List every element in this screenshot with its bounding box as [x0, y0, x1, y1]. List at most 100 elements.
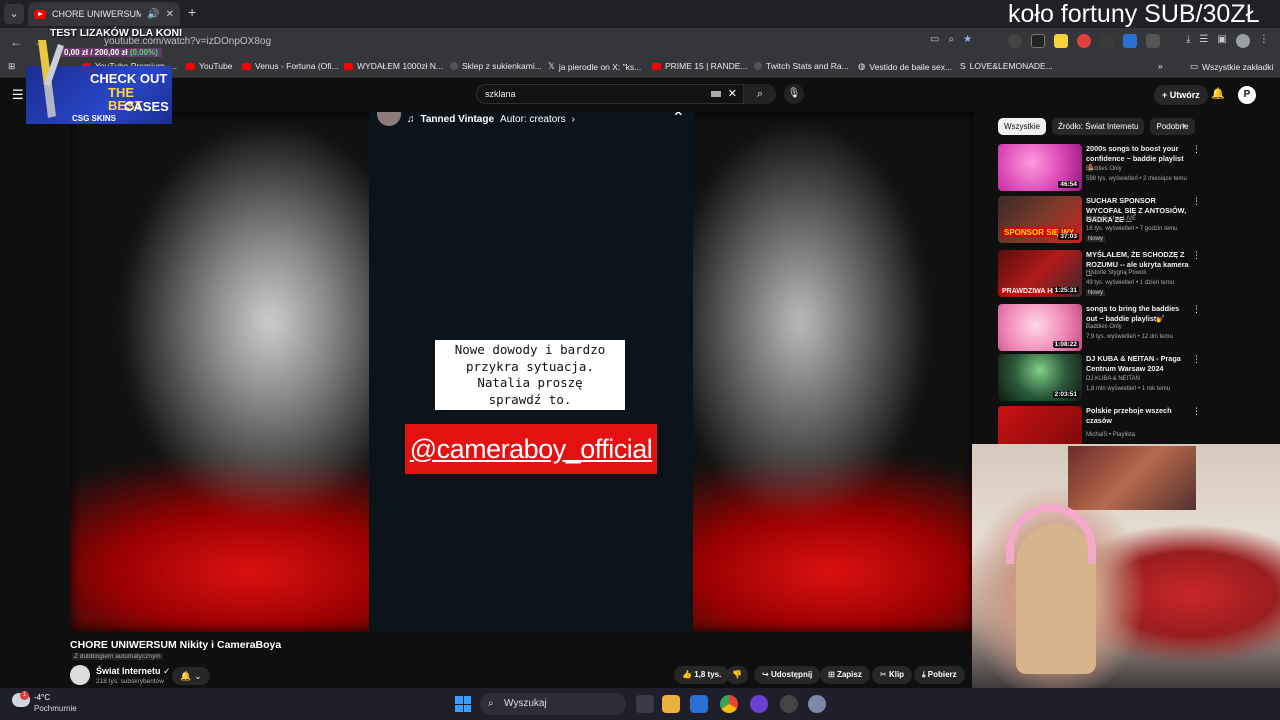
bookmark-item[interactable]: WYDAŁEM 1000zł N...	[344, 61, 443, 71]
youtube-favicon-icon	[652, 62, 661, 70]
share-button[interactable]: ↪ Udostępnij	[754, 666, 821, 684]
temperature[interactable]: -4°C	[34, 693, 50, 702]
subscription-bell-button[interactable]: 🔔 ⌄	[172, 667, 210, 685]
extension-5-icon[interactable]	[1100, 34, 1114, 48]
video-thumbnail[interactable]: SPONSOR SIĘ WY 37:03	[998, 196, 1082, 243]
app-icon[interactable]	[750, 695, 768, 713]
recommendation-title[interactable]: Polskie przeboje wszech czasów	[1086, 406, 1190, 425]
download-icon[interactable]: ⤓	[1186, 34, 1190, 48]
voice-search-button[interactable]: 🎙	[784, 84, 804, 104]
donation-goal-progress: 0,00 zł / 200,00 zł (0.00%)	[60, 48, 162, 57]
chip-source[interactable]: Źródło: Świat Internetu	[1052, 118, 1145, 135]
video-thumbnail[interactable]: 1:08:22	[998, 304, 1082, 351]
back-icon[interactable]: ←	[10, 35, 22, 49]
address-actions: ▭ ⌕ ★	[930, 34, 972, 45]
video-thumbnail[interactable]: PRAWDZIWA HIST 1:25:31	[998, 250, 1082, 297]
hamburger-menu-icon[interactable]: ☰	[12, 87, 24, 103]
verified-icon: ✓	[163, 666, 171, 676]
install-icon[interactable]: ▭	[930, 34, 939, 45]
recommendation-title[interactable]: DJ KUBA & NEITAN - Praga Centrum Warsaw …	[1086, 354, 1190, 373]
extension-4-icon[interactable]	[1077, 34, 1091, 48]
close-tab-icon[interactable]: ✕	[166, 9, 174, 20]
like-button[interactable]: 👍 1,8 tys.	[674, 666, 730, 684]
more-options-icon[interactable]: ⋮	[1192, 196, 1201, 207]
task-view-icon[interactable]	[636, 695, 654, 713]
recommendation-channel[interactable]: Historie Stygną Powoli	[1086, 270, 1146, 276]
extension-1-icon[interactable]	[1008, 34, 1022, 48]
channel-name[interactable]: Świat Internetu ✓	[96, 666, 171, 677]
knife-graphic-icon	[38, 40, 64, 118]
recommendation-channel[interactable]: MokrySuchar LIVE	[1086, 216, 1136, 222]
notifications-bell-icon[interactable]: 🔔	[1211, 87, 1225, 100]
chevron-right-icon[interactable]: ›	[1182, 120, 1185, 131]
all-bookmarks[interactable]: ▭ Wszystkie zakładki	[1190, 61, 1273, 72]
create-button[interactable]: + Utwórz	[1154, 85, 1208, 105]
share-icon: ↪	[762, 670, 771, 679]
recommendation-title[interactable]: songs to bring the baddies out ~ baddie …	[1086, 304, 1190, 323]
chip-related[interactable]: Podobne	[1150, 118, 1195, 135]
taskbar-search[interactable]: ⌕ Wyszukaj	[480, 693, 626, 715]
bookmark-item[interactable]: Sklep z sukienkami...	[450, 61, 542, 71]
store-icon[interactable]	[690, 695, 708, 713]
search-input[interactable]: szklana ✕	[476, 84, 744, 104]
bookmark-item[interactable]: 𝕏ja pierodle on X: "ks...	[548, 61, 641, 72]
more-options-icon[interactable]: ⋮	[1192, 144, 1201, 155]
recommendation-channel[interactable]: DJ KUBA & NEITAN	[1086, 376, 1140, 382]
recommendation-channel[interactable]: Baddies Only	[1086, 166, 1122, 172]
recommendation-item[interactable]: 1:08:22 songs to bring the baddies out ~…	[998, 304, 1203, 352]
extension-2-icon[interactable]	[1031, 34, 1045, 48]
more-options-icon[interactable]: ⋮	[1192, 406, 1201, 417]
recommendation-item[interactable]: 2:03:51 DJ KUBA & NEITAN - Praga Centrum…	[998, 354, 1203, 402]
clear-search-icon[interactable]: ✕	[728, 87, 737, 100]
channel-avatar[interactable]	[70, 665, 90, 685]
more-options-icon[interactable]: ⋮	[1192, 304, 1201, 315]
chrome-icon[interactable]	[720, 695, 738, 713]
reading-list-icon[interactable]: ☰	[1199, 34, 1208, 48]
recommendation-channel[interactable]: MichalS • Playlista	[1086, 432, 1135, 438]
browser-menu-icon[interactable]: ⋮	[1259, 34, 1269, 48]
tab-search-icon[interactable]: ▣	[1217, 34, 1226, 48]
recommendation-item[interactable]: 46:54 2000s songs to boost your confiden…	[998, 144, 1203, 192]
new-badge: Nowy	[1086, 290, 1106, 296]
zoom-icon[interactable]: ⌕	[948, 34, 954, 45]
keyboard-icon[interactable]	[711, 91, 721, 97]
new-tab-button[interactable]: +	[188, 4, 196, 20]
bookmark-star-icon[interactable]: ★	[963, 34, 972, 45]
recommendation-item[interactable]: PRAWDZIWA HIST 1:25:31 MYŚLAŁEM, ŻE SCHO…	[998, 250, 1203, 298]
extension-6-icon[interactable]	[1123, 34, 1137, 48]
download-button[interactable]: ⤓ Pobierz	[914, 666, 965, 684]
more-options-icon[interactable]: ⋮	[1192, 354, 1201, 365]
speaker-icon[interactable]: 🔊	[147, 9, 159, 20]
dislike-button[interactable]: 👎	[726, 666, 748, 684]
profile-icon[interactable]	[1235, 34, 1250, 48]
search-button[interactable]: ⌕	[744, 84, 776, 104]
settings-gear-icon[interactable]	[808, 695, 826, 713]
extension-3-icon[interactable]	[1054, 34, 1068, 48]
video-thumbnail[interactable]: 46:54	[998, 144, 1082, 191]
bookmark-item[interactable]: Venus - Fortuna (Ofi...	[242, 61, 339, 71]
apps-grid-icon[interactable]: ⊞	[8, 61, 15, 72]
tab-list-button[interactable]: ⌄	[4, 4, 24, 24]
more-options-icon[interactable]: ⋮	[1192, 250, 1201, 261]
video-player[interactable]: ♫ Tanned Vintage Autor: creators › ⌃ Now…	[70, 112, 974, 632]
author-label: Autor: creators	[500, 113, 566, 125]
active-tab[interactable]: CHORE UNIWERSUM Nikity 🔊 ✕	[28, 2, 180, 26]
recommendation-item[interactable]: SPONSOR SIĘ WY 37:03 SUCHAR SPONSOR WYCO…	[998, 196, 1203, 244]
obs-icon[interactable]	[780, 695, 798, 713]
chip-all[interactable]: Wszystkie	[998, 118, 1046, 135]
bookmark-item[interactable]: Twitch Stats and Ra...	[754, 61, 849, 71]
bookmark-item[interactable]: PRIME 15 | RANDE...	[652, 61, 748, 71]
puzzle-icon[interactable]	[1146, 34, 1160, 48]
video-thumbnail[interactable]: 2:03:51	[998, 354, 1082, 401]
bookmarks-overflow-icon[interactable]: »	[1158, 61, 1163, 71]
clip-button[interactable]: ✂ Klip	[872, 666, 913, 684]
dubbing-badge: Z dubbingiem automatycznym	[72, 653, 163, 660]
save-button[interactable]: ⊞ Zapisz	[820, 666, 870, 684]
search-icon: ⌕	[756, 88, 764, 100]
file-explorer-icon[interactable]	[662, 695, 680, 713]
recommendation-channel[interactable]: Baddies Only	[1086, 324, 1122, 330]
bookmark-item[interactable]: ◍ Vestido de baile sex...	[858, 61, 952, 72]
windows-start-icon[interactable]	[455, 696, 471, 712]
bookmark-item[interactable]: S LOVE&LEMONADE...	[960, 61, 1053, 71]
account-avatar[interactable]: P	[1238, 86, 1256, 104]
